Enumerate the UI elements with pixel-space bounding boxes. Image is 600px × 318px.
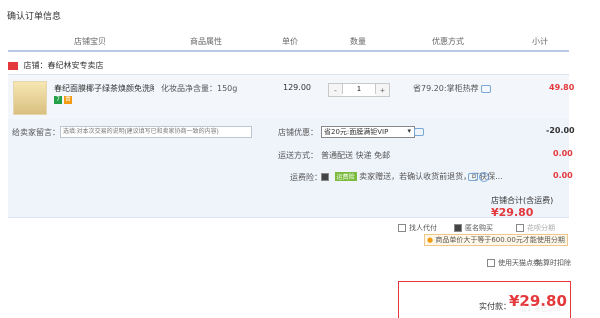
quantity-stepper[interactable]: - + bbox=[328, 83, 390, 97]
shop-discount-label: 店铺优惠： bbox=[278, 128, 318, 137]
shop-discount-select[interactable]: 省20元:面膜满钜VIP ▾ bbox=[321, 126, 415, 138]
table-header: 店铺宝贝 商品属性 单价 数量 优惠方式 小计 bbox=[8, 36, 569, 52]
points-option[interactable]: 使用天猫点券 bbox=[487, 258, 540, 268]
message-label: 给卖家留言： bbox=[12, 128, 60, 137]
chat-icon[interactable] bbox=[414, 128, 424, 136]
warning-icon: ● bbox=[427, 236, 434, 244]
increase-button[interactable]: + bbox=[376, 84, 389, 96]
column-header: 数量 bbox=[350, 37, 366, 46]
installment-tip: ● 商品单价大于等于600.00元才能使用分期 bbox=[424, 234, 568, 246]
dropdown-arrow-icon: ▾ bbox=[407, 127, 411, 135]
column-header: 商品属性 bbox=[190, 37, 222, 46]
guarantee-icon: 晋 bbox=[64, 96, 72, 104]
product-attribute: 化妆品净含量：150g bbox=[161, 84, 238, 93]
shipping-amount: 0.00 bbox=[553, 149, 573, 158]
unit-price: 129.00 bbox=[283, 83, 311, 92]
message-input[interactable] bbox=[60, 126, 252, 138]
page-title: 确认订单信息 bbox=[7, 12, 62, 22]
installment-checkbox[interactable] bbox=[516, 224, 524, 232]
shop-discount-amount: -20.00 bbox=[546, 126, 575, 135]
shop-name[interactable]: 店铺：春纪林安专卖店 bbox=[24, 61, 104, 70]
promotion: 省79.20:掌柜热荐 bbox=[413, 83, 492, 94]
quantity-input[interactable] bbox=[342, 84, 376, 94]
column-header: 小计 bbox=[532, 37, 548, 46]
pay-label: 实付款： bbox=[479, 302, 511, 311]
insurance-checkbox[interactable] bbox=[321, 172, 329, 181]
shop-total-amount: ¥29.80 bbox=[491, 206, 534, 219]
product-thumbnail[interactable] bbox=[13, 81, 47, 115]
order-item: 春纪面膜椰子绿茶焕颜免洗睡眠... 7 晋 化妆品净含量：150g 129.00… bbox=[8, 74, 574, 120]
pay-option-anonymous[interactable]: 匿名购买 bbox=[454, 223, 493, 233]
insurance-tag: 运费险 bbox=[334, 172, 357, 181]
pay-option-installment[interactable]: 花呗分期 bbox=[516, 223, 555, 233]
points-checkbox[interactable] bbox=[487, 259, 495, 267]
insurance-amount: 0.00 bbox=[553, 171, 573, 180]
help-icon[interactable]: ? bbox=[479, 172, 489, 182]
product-name[interactable]: 春纪面膜椰子绿茶焕颜免洗睡眠... bbox=[54, 83, 154, 94]
chat-icon[interactable] bbox=[481, 84, 492, 93]
item-subtotal: 49.80 bbox=[549, 83, 575, 92]
shipping-label: 运送方式： bbox=[278, 151, 318, 160]
shop-total: 店铺合计(含运费) ¥29.80 bbox=[491, 196, 554, 219]
shop-row: 店铺：春纪林安专卖店 bbox=[8, 60, 104, 71]
decrease-button[interactable]: - bbox=[329, 84, 342, 96]
anonymous-checkbox[interactable] bbox=[454, 224, 462, 232]
watermark: @1 卡仕.Jim bbox=[520, 305, 561, 313]
column-header: 优惠方式 bbox=[432, 37, 464, 46]
order-options: 给卖家留言： 店铺优惠： 省20元:面膜满钜VIP ▾ -20.00 运送方式：… bbox=[8, 119, 575, 219]
seven-day-return-icon: 7 bbox=[54, 96, 62, 104]
chat-icon[interactable] bbox=[468, 173, 478, 181]
column-header: 店铺宝贝 bbox=[74, 37, 106, 46]
column-header: 单价 bbox=[282, 37, 298, 46]
insurance-label: 运费险： bbox=[290, 173, 322, 182]
shop-icon bbox=[8, 61, 18, 70]
shipping-method: 普通配送 快递 免邮 bbox=[321, 151, 391, 160]
pay-option-proxy[interactable]: 找人代付 bbox=[398, 223, 437, 233]
proxy-checkbox[interactable] bbox=[398, 224, 406, 232]
points-note: 结算时扣除 bbox=[536, 259, 571, 267]
